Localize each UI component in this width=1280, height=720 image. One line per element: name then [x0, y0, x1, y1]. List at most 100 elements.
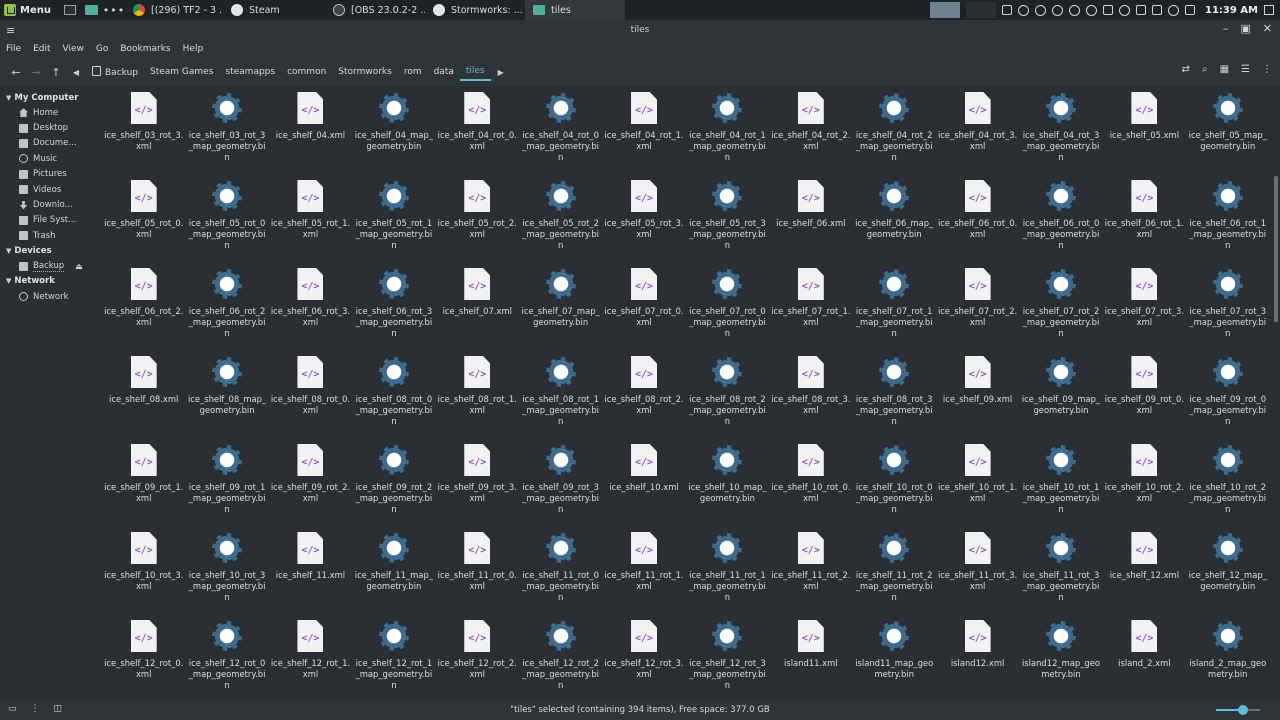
- file-item[interactable]: ice_shelf_10.xml: [602, 442, 685, 530]
- bluetooth-icon[interactable]: [1118, 4, 1130, 16]
- file-item[interactable]: ice_shelf_11.xml: [269, 530, 352, 618]
- task-obs[interactable]: [OBS 23.0.2-2 ...: [325, 0, 425, 20]
- file-item[interactable]: ice_shelf_11_rot_3_map_geometry.bin: [1019, 530, 1102, 618]
- more-launchers[interactable]: •••: [103, 0, 125, 20]
- file-item[interactable]: island12.xml: [936, 618, 1019, 706]
- clock[interactable]: 11:39 AM: [1205, 5, 1258, 16]
- notifications-icon[interactable]: [1264, 5, 1274, 15]
- file-item[interactable]: ice_shelf_08_rot_1_map_geometry.bin: [519, 354, 602, 442]
- workspace-1[interactable]: [929, 2, 960, 18]
- file-item[interactable]: ice_shelf_09_rot_3_map_geometry.bin: [519, 442, 602, 530]
- breadcrumb-tiles[interactable]: tiles: [459, 63, 491, 81]
- list-view-icon[interactable]: ☰: [1241, 64, 1250, 75]
- compact-view-icon[interactable]: ⋮: [1262, 64, 1272, 75]
- file-item[interactable]: ice_shelf_06_rot_0.xml: [936, 178, 1019, 266]
- file-item[interactable]: ice_shelf_03_rot_3_map_geometry.bin: [185, 90, 268, 178]
- breadcrumb-next-button[interactable]: ▶: [491, 62, 511, 82]
- file-item[interactable]: ice_shelf_09.xml: [936, 354, 1019, 442]
- file-item[interactable]: ice_shelf_04_rot_2.xml: [769, 90, 852, 178]
- file-item[interactable]: ice_shelf_06_rot_1.xml: [1103, 178, 1186, 266]
- discord-icon[interactable]: [1051, 4, 1063, 16]
- sidebar-item-music[interactable]: Music: [0, 151, 100, 166]
- zoom-slider[interactable]: [1216, 705, 1260, 715]
- file-item[interactable]: ice_shelf_12.xml: [1103, 530, 1186, 618]
- file-item[interactable]: ice_shelf_09_rot_2_map_geometry.bin: [352, 442, 435, 530]
- breadcrumb-steam-games[interactable]: Steam Games: [144, 64, 219, 80]
- file-item[interactable]: ice_shelf_10_rot_0.xml: [769, 442, 852, 530]
- file-item[interactable]: ice_shelf_10_rot_0_map_geometry.bin: [853, 442, 936, 530]
- file-item[interactable]: ice_shelf_10_rot_1_map_geometry.bin: [1019, 442, 1102, 530]
- file-item[interactable]: ice_shelf_04_rot_3.xml: [936, 90, 1019, 178]
- sidebar-item-desktop[interactable]: Desktop: [0, 120, 100, 135]
- task-steam[interactable]: Steam: [223, 0, 325, 20]
- minimize-button[interactable]: –: [1223, 22, 1229, 35]
- breadcrumb-common[interactable]: common: [281, 64, 332, 80]
- file-item[interactable]: island11.xml: [769, 618, 852, 706]
- file-item[interactable]: ice_shelf_05_map_geometry.bin: [1186, 90, 1269, 178]
- file-item[interactable]: ice_shelf_10_rot_3.xml: [102, 530, 185, 618]
- breadcrumb-prev-button[interactable]: ◀: [66, 62, 86, 82]
- file-item[interactable]: ice_shelf_10_rot_1.xml: [936, 442, 1019, 530]
- file-item[interactable]: ice_shelf_06.xml: [769, 178, 852, 266]
- sidebar-section-network[interactable]: ▼ Network: [0, 274, 100, 289]
- sidebar-section-my-computer[interactable]: ▼ My Computer: [0, 90, 100, 105]
- menu-button[interactable]: Menu: [0, 0, 59, 20]
- file-item[interactable]: ice_shelf_08_rot_0_map_geometry.bin: [352, 354, 435, 442]
- update-icon[interactable]: [1085, 4, 1097, 16]
- file-item[interactable]: ice_shelf_06_rot_3_map_geometry.bin: [352, 266, 435, 354]
- hide-sidebar-icon[interactable]: ◫: [54, 704, 63, 714]
- file-item[interactable]: ice_shelf_07_rot_3_map_geometry.bin: [1186, 266, 1269, 354]
- terminal-launcher[interactable]: [59, 0, 81, 20]
- breadcrumb-rom[interactable]: rom: [398, 64, 428, 80]
- file-item[interactable]: ice_shelf_07_rot_0.xml: [602, 266, 685, 354]
- files-launcher[interactable]: [81, 0, 103, 20]
- file-item[interactable]: ice_shelf_04.xml: [269, 90, 352, 178]
- file-item[interactable]: ice_shelf_06_rot_2.xml: [102, 266, 185, 354]
- breadcrumb-backup[interactable]: Backup: [86, 63, 144, 81]
- file-item[interactable]: ice_shelf_06_rot_0_map_geometry.bin: [1019, 178, 1102, 266]
- file-item[interactable]: ice_shelf_05_rot_0_map_geometry.bin: [185, 178, 268, 266]
- zoom-slider-handle[interactable]: [1238, 705, 1249, 715]
- file-item[interactable]: ice_shelf_05_rot_1_map_geometry.bin: [352, 178, 435, 266]
- file-item[interactable]: ice_shelf_10_map_geometry.bin: [686, 442, 769, 530]
- file-item[interactable]: ice_shelf_05_rot_1.xml: [269, 178, 352, 266]
- file-item[interactable]: ice_shelf_12_rot_2.xml: [436, 618, 519, 706]
- file-item[interactable]: island_2.xml: [1103, 618, 1186, 706]
- file-item[interactable]: ice_shelf_05.xml: [1103, 90, 1186, 178]
- file-item[interactable]: ice_shelf_07_rot_2_map_geometry.bin: [1019, 266, 1102, 354]
- file-item[interactable]: ice_shelf_05_rot_2.xml: [436, 178, 519, 266]
- menu-file[interactable]: File: [6, 44, 21, 54]
- file-item[interactable]: ice_shelf_07_rot_2.xml: [936, 266, 1019, 354]
- file-item[interactable]: ice_shelf_09_rot_0.xml: [1103, 354, 1186, 442]
- file-item[interactable]: ice_shelf_09_rot_1.xml: [102, 442, 185, 530]
- sidebar-item-documents[interactable]: Docume...: [0, 136, 100, 151]
- file-item[interactable]: ice_shelf_06_rot_3.xml: [269, 266, 352, 354]
- file-item[interactable]: ice_shelf_12_rot_3_map_geometry.bin: [686, 618, 769, 706]
- file-item[interactable]: ice_shelf_12_rot_0_map_geometry.bin: [185, 618, 268, 706]
- sidebar-item-videos[interactable]: Videos: [0, 182, 100, 197]
- file-item[interactable]: ice_shelf_05_rot_2_map_geometry.bin: [519, 178, 602, 266]
- wifi-icon[interactable]: [1151, 5, 1162, 15]
- workspace-2[interactable]: [965, 2, 996, 18]
- file-item[interactable]: ice_shelf_07_map_geometry.bin: [519, 266, 602, 354]
- show-treeview-icon[interactable]: ⋮: [31, 704, 40, 714]
- file-item[interactable]: ice_shelf_06_rot_1_map_geometry.bin: [1186, 178, 1269, 266]
- scrollbar-thumb[interactable]: [1274, 176, 1278, 322]
- file-item[interactable]: ice_shelf_08_rot_1.xml: [436, 354, 519, 442]
- file-item[interactable]: ice_shelf_12_rot_2_map_geometry.bin: [519, 618, 602, 706]
- file-item[interactable]: ice_shelf_09_rot_2.xml: [269, 442, 352, 530]
- file-item[interactable]: ice_shelf_04_rot_0.xml: [436, 90, 519, 178]
- sidebar-item-downloads[interactable]: Downlo...: [0, 197, 100, 212]
- tray-app-icon[interactable]: [1001, 5, 1012, 15]
- file-item[interactable]: ice_shelf_09_rot_1_map_geometry.bin: [185, 442, 268, 530]
- file-item[interactable]: ice_shelf_11_rot_0_map_geometry.bin: [519, 530, 602, 618]
- window-menu-icon[interactable]: ≡: [6, 24, 15, 37]
- search-icon[interactable]: ⌕: [1202, 64, 1208, 75]
- file-item[interactable]: ice_shelf_12_map_geometry.bin: [1186, 530, 1269, 618]
- file-item[interactable]: ice_shelf_10_rot_3_map_geometry.bin: [185, 530, 268, 618]
- menu-go[interactable]: Go: [96, 44, 108, 54]
- file-item[interactable]: ice_shelf_10_rot_2_map_geometry.bin: [1186, 442, 1269, 530]
- file-item[interactable]: ice_shelf_08_rot_2_map_geometry.bin: [686, 354, 769, 442]
- file-item[interactable]: ice_shelf_04_rot_0_map_geometry.bin: [519, 90, 602, 178]
- file-item[interactable]: ice_shelf_08_map_geometry.bin: [185, 354, 268, 442]
